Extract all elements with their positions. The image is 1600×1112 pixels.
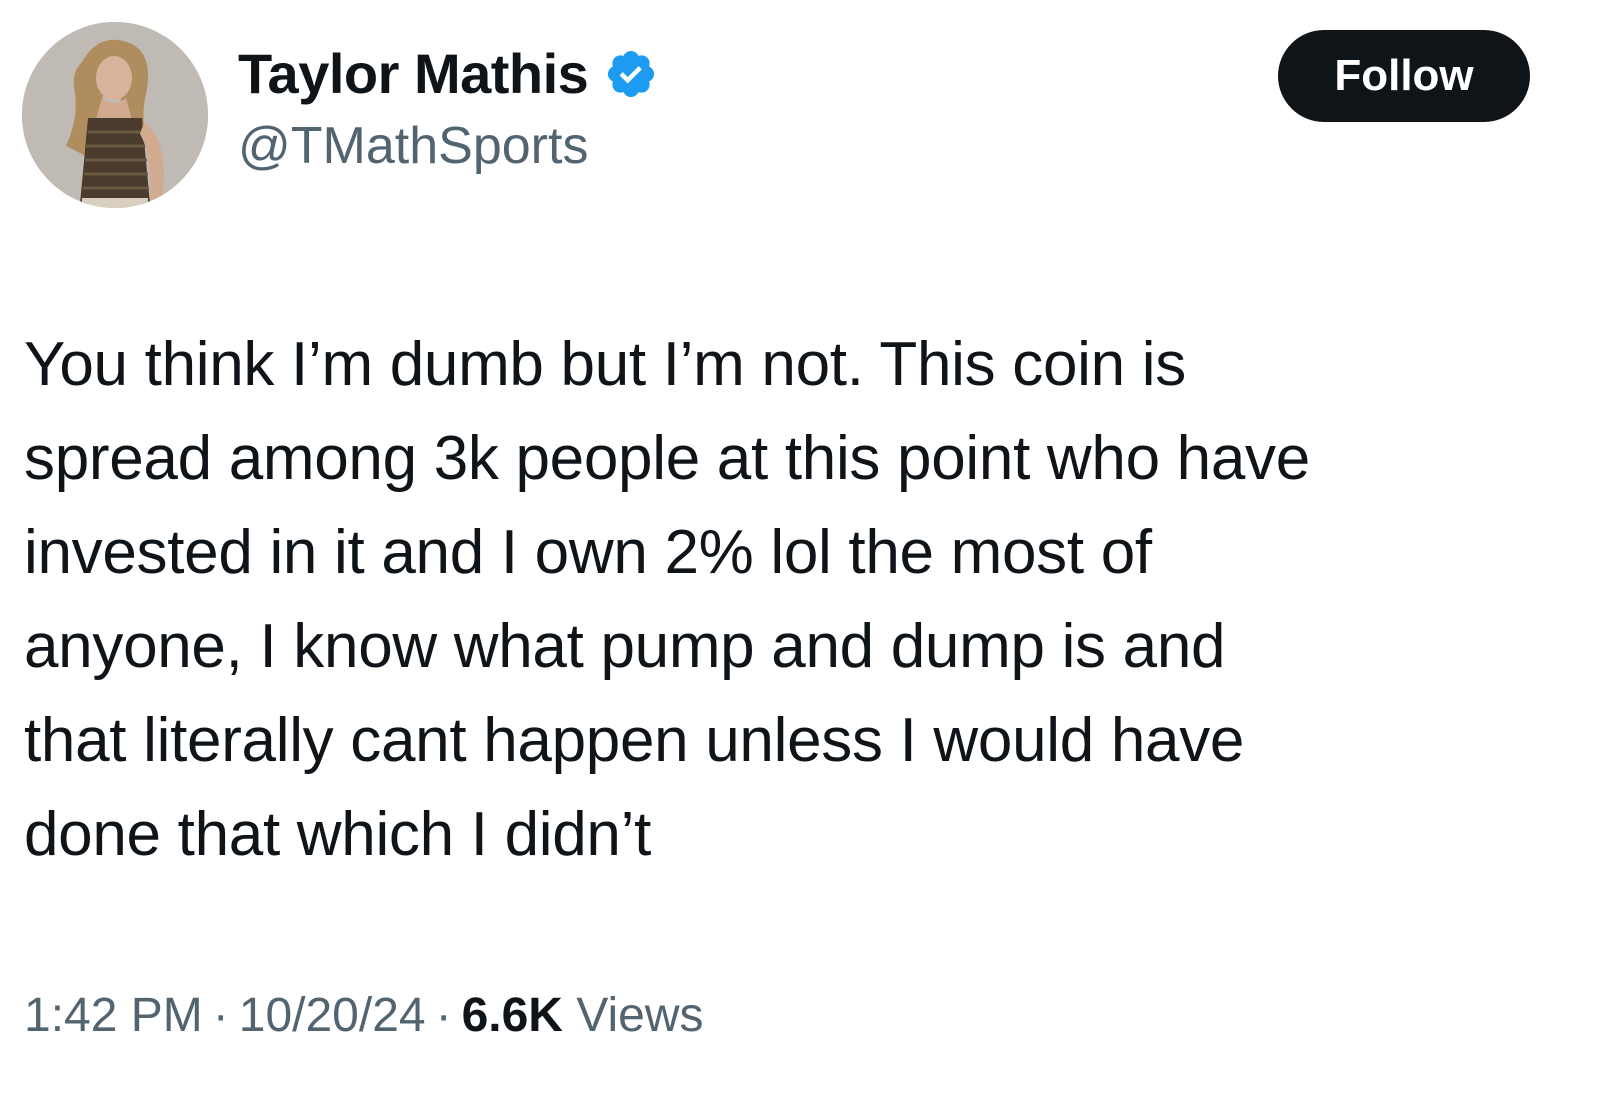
- display-name[interactable]: Taylor Mathis: [238, 46, 589, 102]
- tweet-text: You think I’m dumb but I’m not. This coi…: [24, 330, 1310, 869]
- meta-separator: ·: [435, 989, 452, 1042]
- avatar-photo: [22, 22, 208, 208]
- meta-separator: ·: [212, 989, 229, 1042]
- views-count[interactable]: 6.6K: [462, 989, 563, 1042]
- tweet-card: Taylor Mathis @TMathSports Follow You th…: [0, 0, 1600, 1112]
- tweet-time[interactable]: 1:42 PM: [24, 989, 203, 1042]
- author-handle[interactable]: @TMathSports: [238, 120, 588, 172]
- follow-button[interactable]: Follow: [1278, 30, 1530, 122]
- views-label[interactable]: Views: [576, 989, 703, 1042]
- verified-badge-icon[interactable]: [604, 47, 658, 101]
- avatar[interactable]: [22, 22, 208, 208]
- tweet-date[interactable]: 10/20/24: [239, 989, 426, 1042]
- tweet-meta: 1:42 PM · 10/20/24 · 6.6K Views: [24, 984, 703, 1048]
- author-name-row[interactable]: Taylor Mathis: [238, 38, 658, 110]
